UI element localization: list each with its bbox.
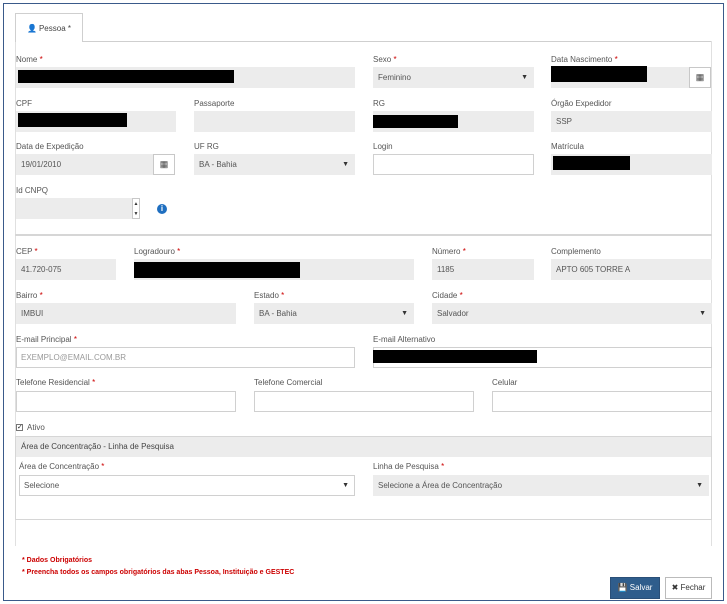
close-button[interactable]: ✖ Fechar (665, 577, 712, 599)
nome-label: Nome * (16, 55, 43, 64)
area-select[interactable]: Selecione ▼ (19, 475, 355, 496)
cpf-label: CPF (16, 99, 32, 108)
redacted-email-alt (373, 350, 537, 363)
bairro-field[interactable]: IMBUI (16, 303, 236, 324)
tab-pessoa[interactable]: 👤 Pessoa * (15, 13, 83, 42)
expedicao-label: Data de Expedição (16, 142, 84, 151)
chevron-down-icon: ▼ (342, 482, 349, 489)
orgao-label: Órgão Expedidor (551, 99, 612, 108)
redacted-cpf (18, 113, 127, 127)
login-label: Login (373, 142, 393, 151)
ufrg-select[interactable]: BA - Bahia ▼ (194, 154, 355, 175)
area-label: Área de Concentração * (19, 462, 105, 471)
number-spinner[interactable]: ▲ ▼ (132, 198, 140, 219)
email-principal-label: E-mail Principal * (16, 335, 77, 344)
concentracao-panel-title: Área de Concentração - Linha de Pesquisa (16, 437, 711, 457)
chevron-down-icon: ▼ (521, 74, 528, 81)
celular-label: Celular (492, 378, 518, 387)
nascimento-label: Data Nascimento * (551, 55, 618, 64)
cnpq-field[interactable] (16, 198, 132, 219)
cep-label: CEP * (16, 247, 38, 256)
required-note-detail: * Preencha todos os campos obrigatórios … (22, 569, 295, 576)
chevron-down-icon: ▼ (696, 482, 703, 489)
redacted-nome (18, 70, 234, 83)
login-field[interactable] (373, 154, 534, 175)
sexo-select[interactable]: Feminino ▼ (373, 67, 534, 88)
sexo-label: Sexo * (373, 55, 397, 64)
redacted-logradouro (134, 262, 300, 278)
ufrg-label: UF RG (194, 142, 219, 151)
user-icon: 👤 (27, 24, 37, 33)
estado-select[interactable]: BA - Bahia ▼ (254, 303, 414, 324)
cidade-label: Cidade * (432, 291, 463, 300)
info-circle-icon[interactable]: i (157, 204, 167, 214)
chevron-down-icon: ▼ (401, 310, 408, 317)
tel-res-label: Telefone Residencial * (16, 378, 96, 387)
save-button[interactable]: 💾 Salvar (610, 577, 660, 599)
celular-field[interactable] (492, 391, 712, 412)
chevron-down-icon: ▼ (699, 310, 706, 317)
calendar-icon[interactable]: ▦ (153, 154, 175, 175)
redacted-nascimento (551, 66, 647, 82)
complemento-label: Complemento (551, 247, 601, 256)
complemento-field[interactable]: APTO 605 TORRE A (551, 259, 712, 280)
logradouro-label: Logradouro * (134, 247, 181, 256)
linha-select[interactable]: Selecione a Área de Concentração ▼ (373, 475, 709, 496)
chevron-down-icon: ▼ (342, 161, 349, 168)
tab-label: Pessoa * (38, 24, 71, 33)
numero-field[interactable]: 1185 (432, 259, 534, 280)
email-principal-field[interactable]: EXEMPLO@EMAIL.COM.BR (16, 347, 355, 368)
cep-field[interactable]: 41.720-075 (16, 259, 116, 280)
matricula-label: Matrícula (551, 142, 584, 151)
email-alt-label: E-mail Alternativo (373, 335, 436, 344)
calendar-icon[interactable]: ▦ (689, 67, 711, 88)
cnpq-label: Id CNPQ (16, 186, 49, 195)
section-divider (15, 234, 712, 236)
required-note: * Dados Obrigatórios (22, 557, 93, 564)
close-icon: ✖ (671, 583, 679, 592)
floppy-disk-icon: 💾 (617, 583, 628, 592)
redacted-matricula (553, 156, 630, 170)
redacted-rg (373, 115, 458, 128)
passaporte-label: Passaporte (194, 99, 235, 108)
tel-com-field[interactable] (254, 391, 474, 412)
passaporte-field[interactable] (194, 111, 355, 132)
numero-label: Número * (432, 247, 466, 256)
bairro-label: Bairro * (16, 291, 43, 300)
orgao-field[interactable]: SSP (551, 111, 712, 132)
linha-label: Linha de Pesquisa * (373, 462, 445, 471)
tel-res-field[interactable] (16, 391, 236, 412)
tel-com-label: Telefone Comercial (254, 378, 323, 387)
expedicao-field[interactable]: 19/01/2010 (16, 154, 153, 175)
ativo-label: Ativo (27, 423, 45, 432)
ativo-checkbox[interactable]: ✓ (16, 424, 23, 431)
rg-label: RG (373, 99, 385, 108)
cidade-select[interactable]: Salvador ▼ (432, 303, 712, 324)
estado-label: Estado * (254, 291, 285, 300)
